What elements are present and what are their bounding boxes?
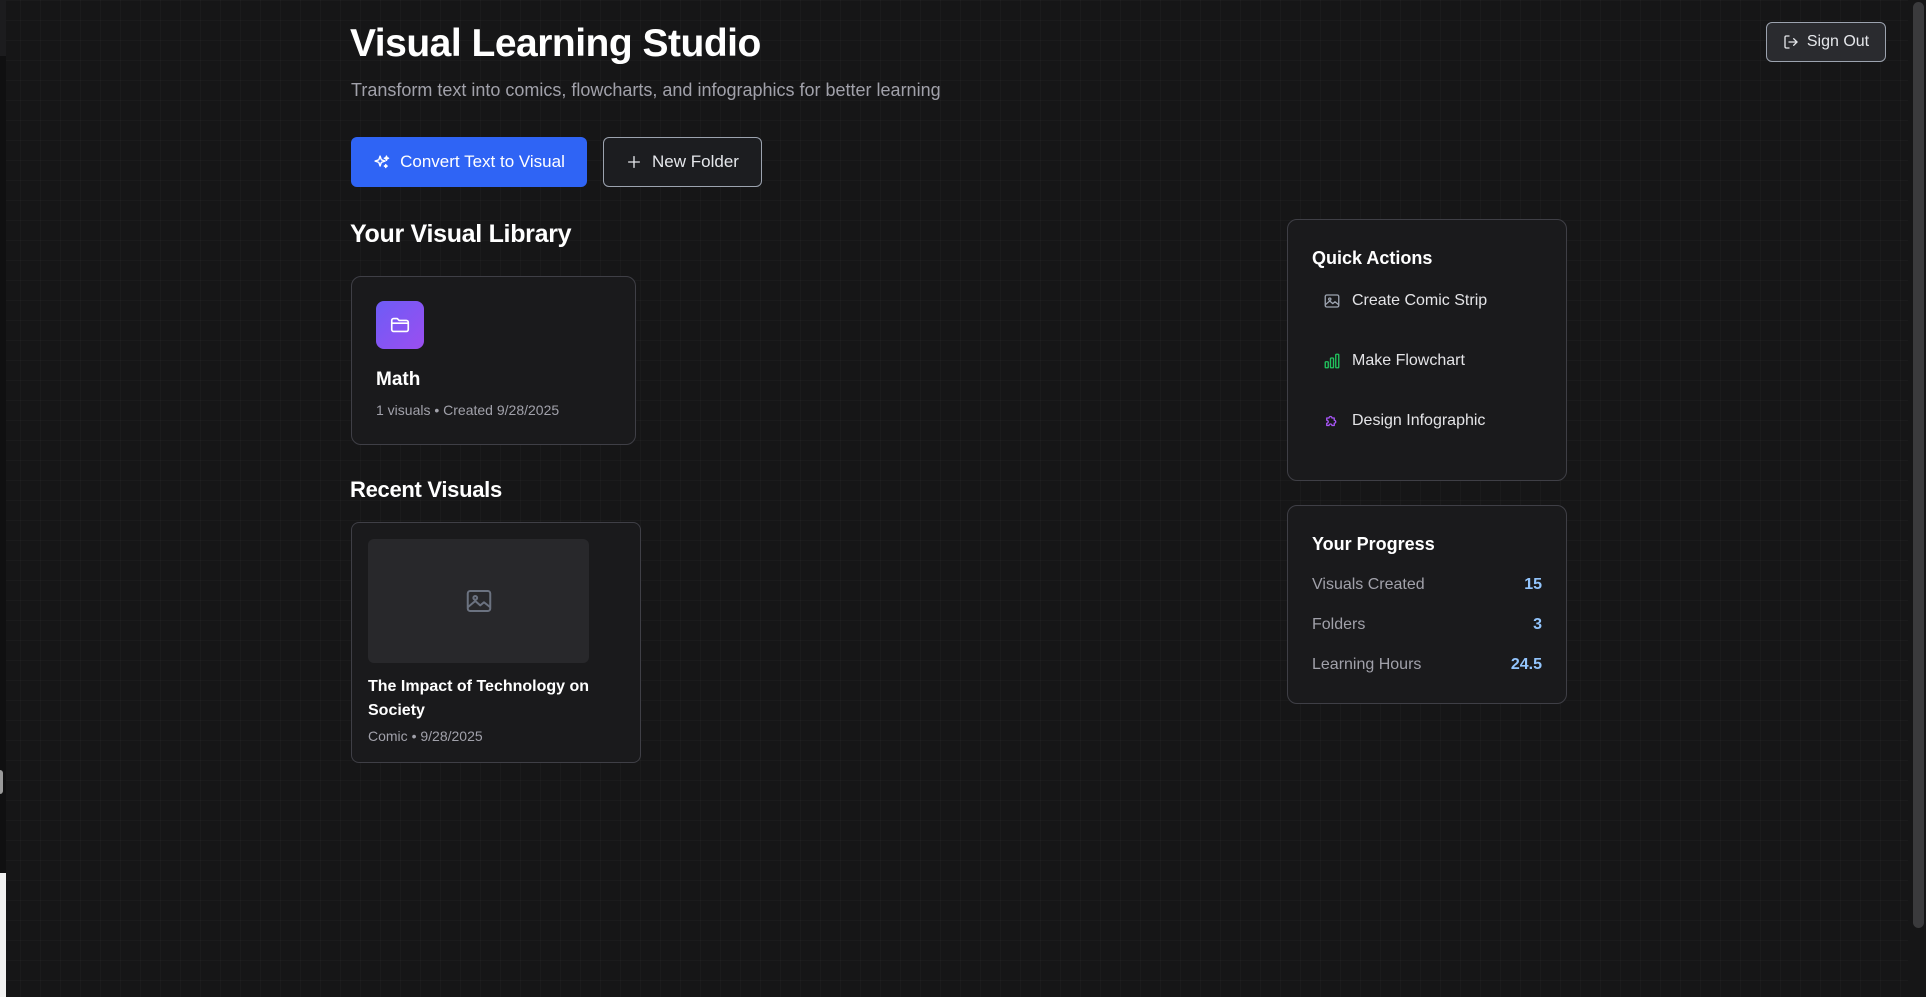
puzzle-icon	[1326, 415, 1337, 427]
left-window-edge-lower	[0, 873, 6, 997]
progress-heading: Your Progress	[1312, 534, 1435, 554]
plus-icon	[628, 156, 641, 168]
visual-meta: Comic • 9/28/2025	[368, 728, 483, 744]
stat-label: Learning Hours	[1312, 656, 1422, 673]
stat-row-learning-hours: Learning Hours 24.5	[1312, 656, 1542, 674]
sign-out-label: Sign Out	[1806, 33, 1870, 50]
new-folder-label: New Folder	[652, 152, 739, 171]
visual-meta-separator: •	[411, 728, 417, 744]
progress-card: Your Progress Visuals Created 15 Folders…	[1287, 505, 1567, 704]
stat-label: Folders	[1312, 616, 1366, 633]
visual-type: Comic	[368, 728, 408, 744]
page-subtitle: Transform text into comics, flowcharts, …	[351, 80, 941, 100]
stat-label: Visuals Created	[1312, 576, 1425, 593]
image-placeholder-icon	[466, 590, 491, 612]
folder-visual-count: 1 visuals	[376, 402, 431, 418]
sign-out-button[interactable]: Sign Out	[1766, 22, 1886, 62]
left-resize-handle[interactable]	[0, 770, 3, 794]
visual-library-heading: Your Visual Library	[350, 220, 572, 248]
stat-value: 3	[1533, 616, 1542, 633]
folder-name: Math	[376, 369, 421, 390]
convert-button-label: Convert Text to Visual	[400, 152, 565, 171]
visual-date: 9/28/2025	[420, 728, 483, 744]
quick-actions-card: Quick Actions	[1287, 219, 1567, 481]
app-page: { "header": { "title": "Visual Learning …	[0, 0, 1926, 997]
sparkles-icon	[374, 154, 390, 168]
stat-row-folders: Folders 3	[1312, 616, 1542, 634]
scrollbar-thumb[interactable]	[1913, 2, 1924, 928]
left-window-edge	[0, 0, 6, 873]
left-window-edge-top	[0, 0, 6, 56]
folder-created-date: Created 9/28/2025	[443, 402, 560, 418]
page-scrollbar[interactable]	[1908, 0, 1926, 997]
image-icon	[1324, 294, 1340, 308]
recent-visuals-heading: Recent Visuals	[350, 477, 502, 502]
folder-meta-separator: •	[434, 402, 440, 418]
visual-thumbnail	[368, 539, 589, 663]
quick-actions-heading: Quick Actions	[1312, 248, 1433, 268]
new-folder-button[interactable]: New Folder	[603, 137, 762, 187]
folder-meta: 1 visuals • Created 9/28/2025	[376, 402, 559, 418]
create-comic-strip-action[interactable]: Create Comic Strip	[1323, 292, 1487, 310]
folder-icon	[390, 317, 410, 333]
make-flowchart-action[interactable]: Make Flowchart	[1323, 352, 1465, 370]
logout-icon	[1784, 35, 1798, 49]
design-infographic-action[interactable]: Design Infographic	[1323, 412, 1485, 430]
stat-row-visuals-created: Visuals Created 15	[1312, 576, 1542, 594]
action-label: Make Flowchart	[1352, 352, 1465, 369]
stat-value: 15	[1524, 576, 1542, 593]
action-label: Create Comic Strip	[1352, 292, 1488, 309]
folder-card-math[interactable]: Math 1 visuals • Created 9/28/2025	[351, 276, 636, 445]
action-label: Design Infographic	[1352, 412, 1486, 429]
bar-chart-icon	[1324, 353, 1340, 369]
page-title: Visual Learning Studio	[350, 22, 761, 65]
recent-visual-card[interactable]: The Impact of Technology on Society Comi…	[351, 522, 641, 763]
folder-icon-badge	[376, 301, 424, 349]
stat-value: 24.5	[1510, 656, 1542, 673]
visual-title: The Impact of Technology on Society	[368, 678, 590, 719]
convert-text-to-visual-button[interactable]: Convert Text to Visual	[351, 137, 587, 187]
